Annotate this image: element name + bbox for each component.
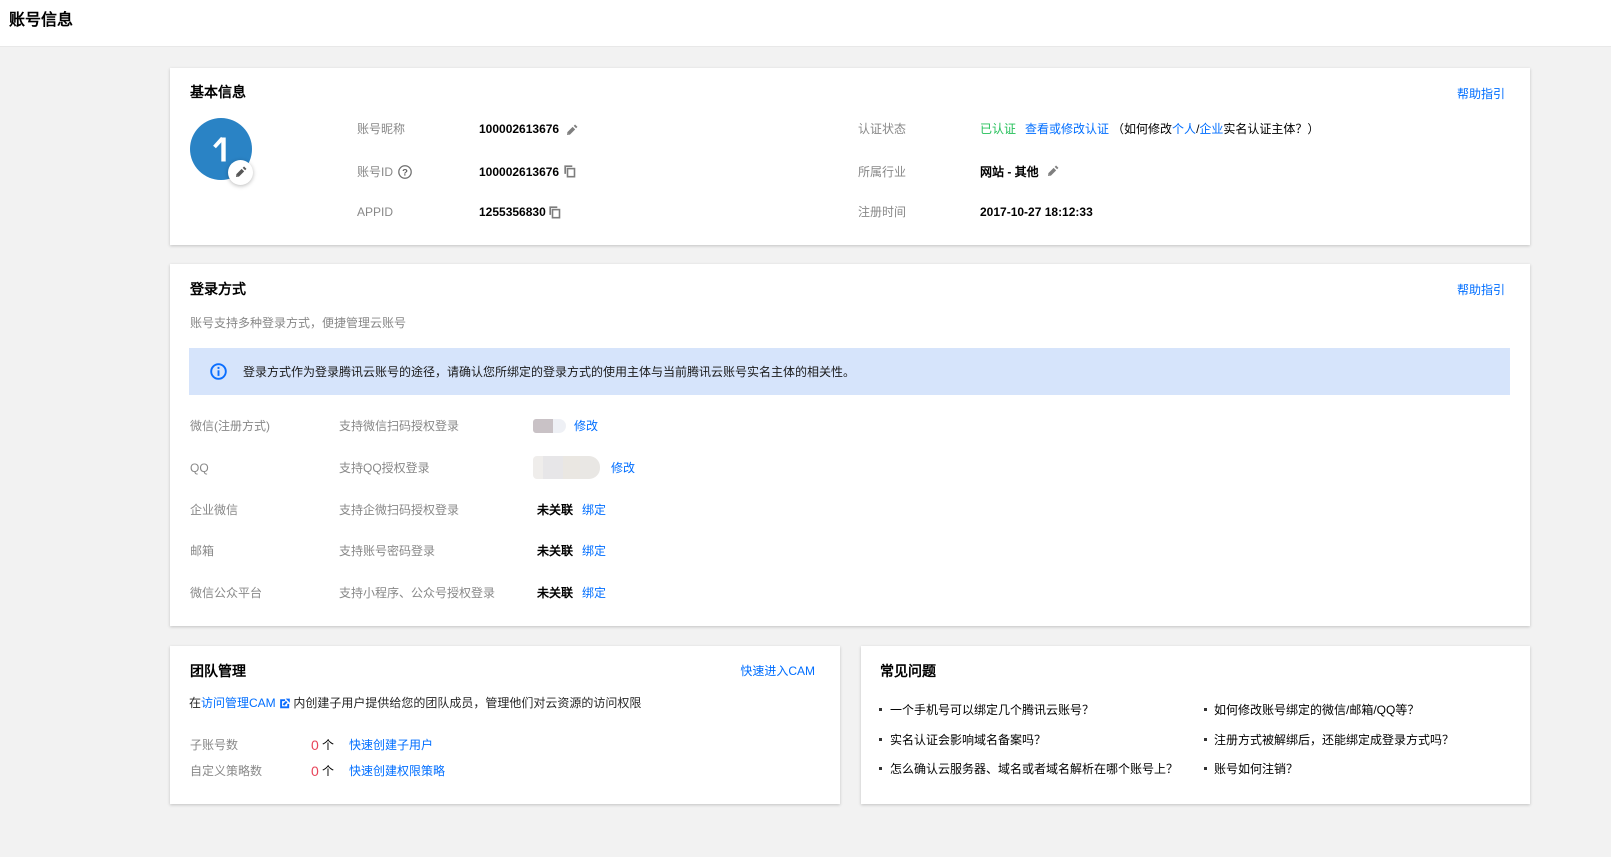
svg-text:?: ?: [402, 167, 408, 178]
